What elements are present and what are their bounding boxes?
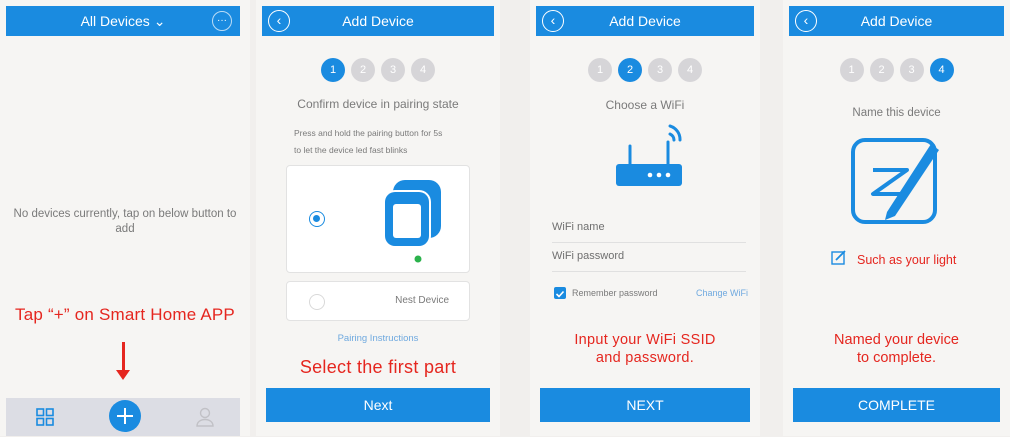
page-heading: Confirm device in pairing state bbox=[297, 97, 459, 111]
wifi-name-label: WiFi name bbox=[552, 221, 605, 233]
wifi-password-field[interactable]: WiFi password bbox=[552, 250, 746, 272]
plus-icon bbox=[117, 408, 133, 424]
header-bar: ‹ Add Device bbox=[262, 6, 494, 36]
back-icon[interactable]: ‹ bbox=[795, 10, 817, 32]
user-icon[interactable] bbox=[196, 407, 214, 427]
nest-device-label: Nest Device bbox=[395, 295, 449, 306]
step-4: 4 bbox=[411, 58, 435, 82]
instruction-caption: Tap “+” on Smart Home APP bbox=[15, 305, 235, 324]
nest-device-radio[interactable] bbox=[309, 294, 325, 310]
header-title: Add Device bbox=[342, 13, 414, 29]
next-button[interactable]: NEXT bbox=[540, 388, 750, 422]
step-3: 3 bbox=[381, 58, 405, 82]
all-devices-screen: All Devices ⌄ ··· No devices currently, … bbox=[0, 0, 250, 436]
chevron-down-icon: ⌄ bbox=[153, 12, 166, 29]
header-bar: All Devices ⌄ ··· bbox=[6, 6, 240, 36]
step-2: 2 bbox=[618, 58, 642, 82]
more-icon[interactable]: ··· bbox=[212, 11, 232, 31]
header-title: All Devices bbox=[80, 12, 150, 29]
back-icon[interactable]: ‹ bbox=[542, 10, 564, 32]
step-1: 1 bbox=[839, 58, 864, 82]
header-title: Add Device bbox=[609, 13, 681, 29]
add-device-button[interactable] bbox=[109, 400, 141, 432]
edit-name-icon bbox=[851, 138, 939, 224]
check-icon bbox=[555, 290, 565, 298]
remember-password-label: Remember password bbox=[572, 288, 658, 298]
step-1: 1 bbox=[588, 58, 612, 82]
caption-line-1: Named your device bbox=[834, 332, 959, 348]
nest-device-option-card[interactable]: Nest Device bbox=[286, 281, 470, 321]
wifi-password-label: WiFi password bbox=[552, 250, 625, 262]
step-caption: Select the first part bbox=[299, 357, 457, 377]
device-option-card[interactable] bbox=[286, 165, 470, 273]
step-2: 2 bbox=[869, 58, 894, 82]
instruction-line-2: to let the device led fast blinks bbox=[294, 145, 408, 155]
confirm-pairing-screen: ‹ Add Device 1 2 3 4 Confirm device in p… bbox=[256, 0, 500, 436]
step-4: 4 bbox=[929, 58, 954, 82]
caption-line-1: Input your WiFi SSID bbox=[574, 332, 716, 348]
wifi-name-field[interactable]: WiFi name bbox=[552, 221, 746, 243]
page-heading: Choose a WiFi bbox=[605, 98, 685, 112]
name-hint: Such as your light bbox=[857, 253, 957, 267]
instruction-line-1: Press and hold the pairing button for 5s bbox=[294, 128, 443, 138]
next-button[interactable]: Next bbox=[266, 388, 490, 422]
header-bar: ‹ Add Device bbox=[789, 6, 1004, 36]
name-device-screen: ‹ Add Device 1 2 3 4 Name this device Su… bbox=[783, 0, 1010, 436]
page-heading: Name this device bbox=[852, 107, 941, 119]
bottom-tab-bar bbox=[6, 398, 240, 436]
step-indicator: 1 2 3 4 bbox=[783, 58, 1010, 82]
empty-message: No devices currently, tap on below butto… bbox=[13, 208, 237, 235]
header-bar: ‹ Add Device bbox=[536, 6, 754, 36]
choose-wifi-screen: ‹ Add Device 1 2 3 4 Choose a WiFi WiFi … bbox=[530, 0, 760, 436]
device-option-radio[interactable] bbox=[309, 211, 325, 227]
step-4: 4 bbox=[678, 58, 702, 82]
edit-icon bbox=[831, 250, 846, 265]
smart-plug-device-icon bbox=[383, 180, 441, 263]
step-3: 3 bbox=[899, 58, 924, 82]
change-wifi-link[interactable]: Change WiFi bbox=[696, 288, 748, 298]
remember-password-checkbox[interactable] bbox=[554, 287, 566, 299]
step-2: 2 bbox=[351, 58, 375, 82]
step-indicator: 1 2 3 4 bbox=[256, 58, 500, 82]
step-1: 1 bbox=[321, 58, 345, 82]
caption-line-2: and password. bbox=[595, 350, 695, 366]
grid-icon[interactable] bbox=[36, 408, 54, 426]
arrow-down-icon bbox=[122, 342, 125, 372]
complete-button[interactable]: COMPLETE bbox=[793, 388, 1000, 422]
header-title: Add Device bbox=[860, 13, 933, 29]
caption-line-2: to complete. bbox=[857, 350, 936, 366]
pairing-instructions-link[interactable]: Pairing Instructions bbox=[256, 333, 500, 344]
back-icon[interactable]: ‹ bbox=[268, 10, 290, 32]
arrow-head bbox=[116, 370, 130, 380]
all-devices-dropdown[interactable]: All Devices ⌄ bbox=[81, 13, 166, 30]
step-3: 3 bbox=[648, 58, 672, 82]
step-indicator: 1 2 3 4 bbox=[530, 58, 760, 82]
wifi-router-icon bbox=[616, 124, 682, 186]
